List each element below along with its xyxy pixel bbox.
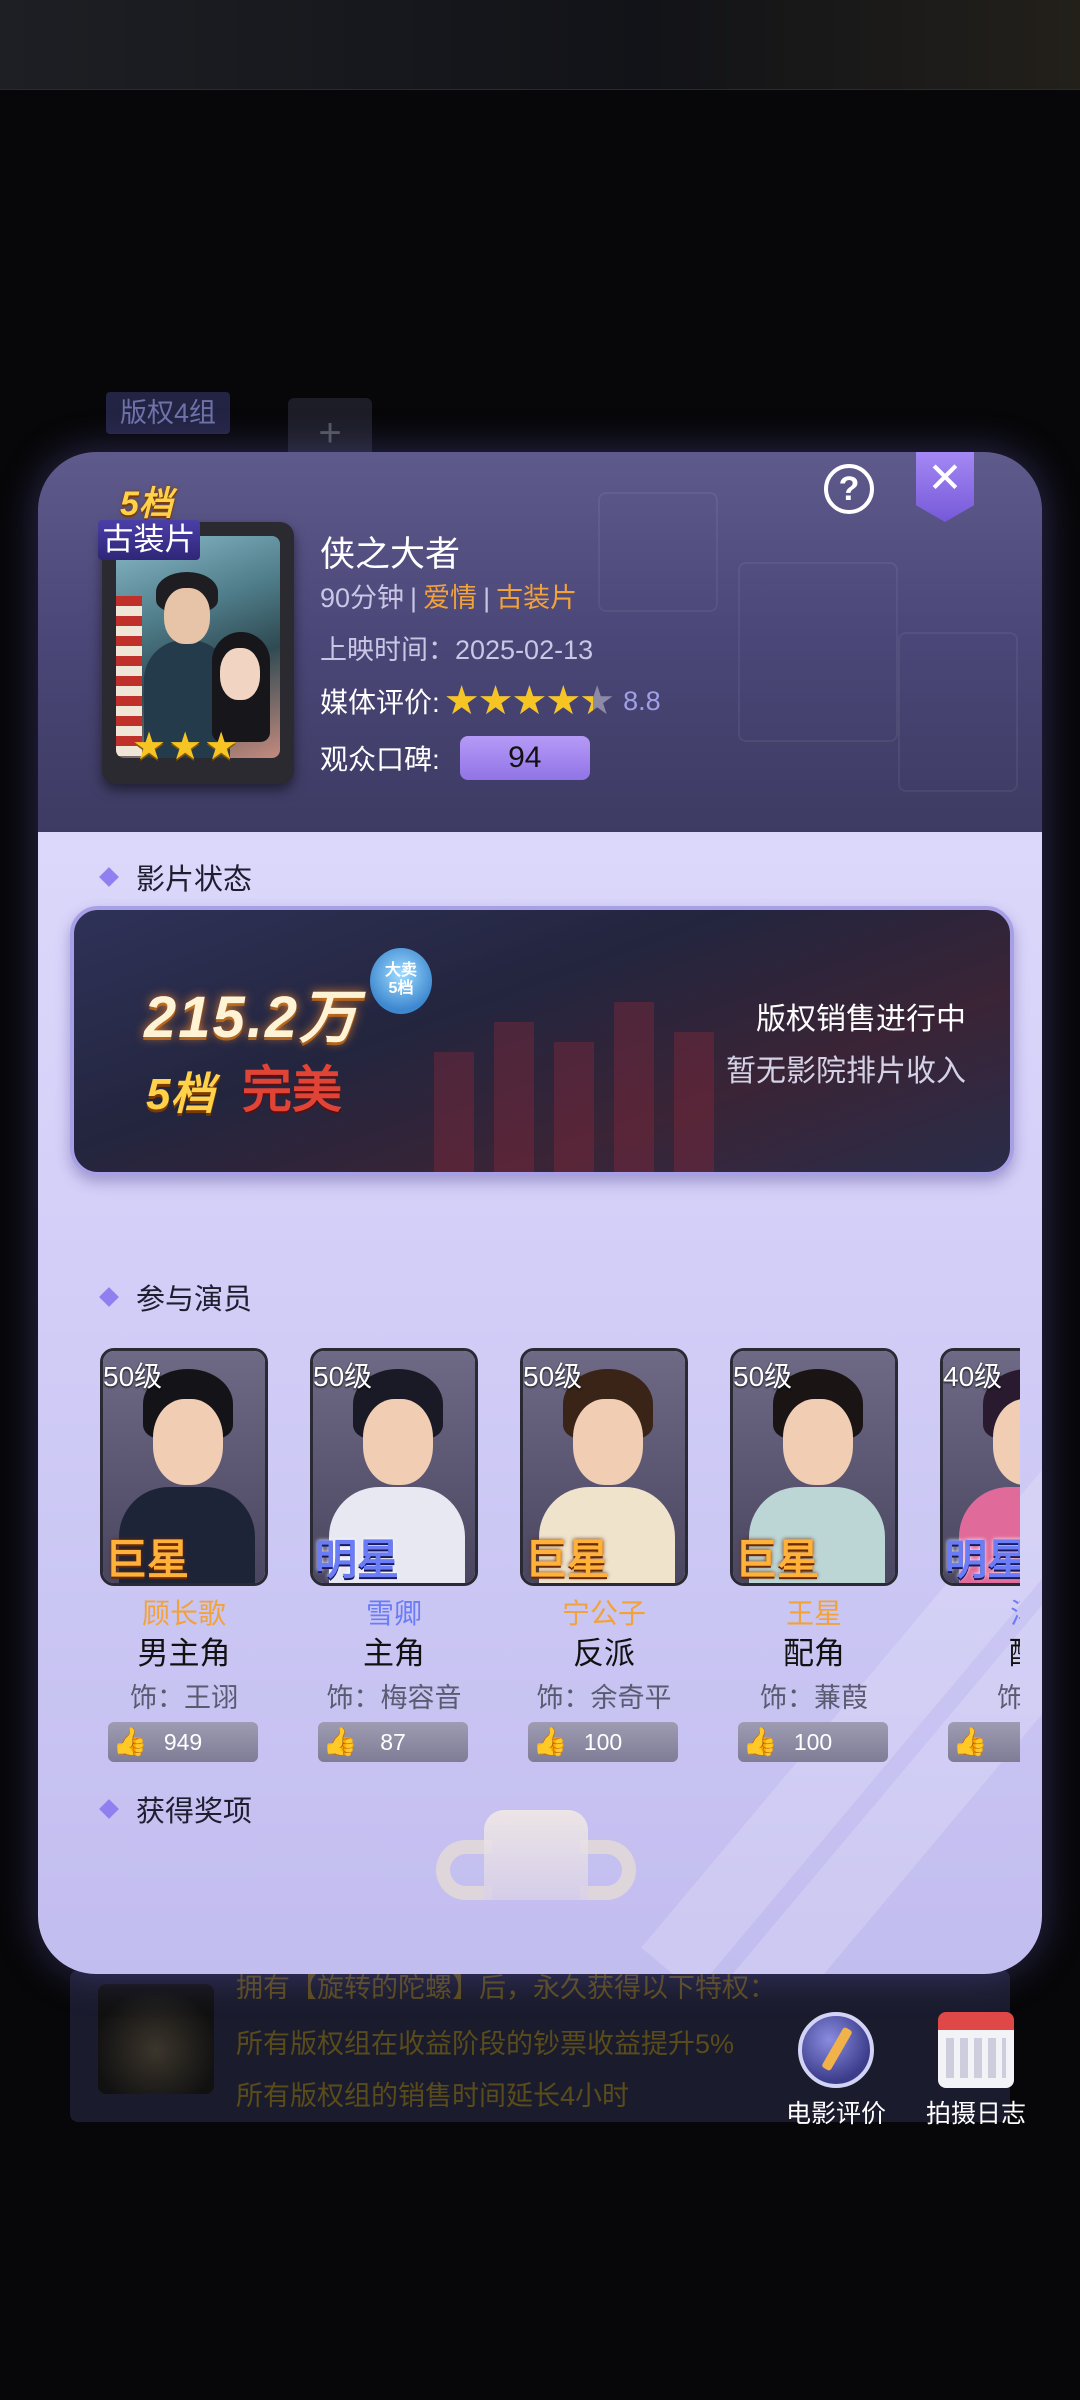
calendar-icon	[938, 2012, 1014, 2088]
thumbs-up-icon: 👍	[532, 1726, 568, 1757]
spinning-top-icon	[98, 1984, 214, 2094]
audience-label: 观众口碑:	[320, 744, 440, 775]
actor-rank: 明星	[945, 1536, 1020, 1583]
game-screen: 版权4组 + 拥有【旋转的陀螺】后，永久获得以下特权： 所有版权组在收益阶段的钞…	[0, 0, 1080, 2400]
like-button[interactable]: 👍	[948, 1722, 1020, 1762]
character-name: 雪卿	[365, 1598, 422, 1629]
actor-card[interactable]: 50级巨星宁公子反派饰：余奇平 👍 100	[520, 1348, 690, 1778]
film-title: 侠之大者	[320, 535, 461, 574]
trophy-icon	[436, 1810, 636, 1900]
genre-badge: 古装片	[98, 520, 200, 560]
actor-level: 50级	[523, 1361, 583, 1392]
media-rating-row: 媒体评价: ★★★★★★★★★★ 8.8	[320, 678, 661, 724]
actor-level: 50级	[733, 1361, 793, 1392]
diamond-icon	[99, 1799, 119, 1819]
thumbs-up-icon: 👍	[112, 1726, 148, 1757]
actor-level: 50级	[313, 1361, 373, 1392]
release-row: 上映时间：2025-02-13	[320, 628, 593, 667]
actor-level: 40级	[943, 1361, 1003, 1392]
thumbs-up-icon: 👍	[742, 1726, 778, 1757]
like-count: 100	[583, 1729, 623, 1755]
sale-status: 版权销售进行中	[756, 1003, 966, 1036]
actor-card[interactable]: 50级巨星王星配角饰：蒹葭 👍 100	[730, 1348, 900, 1778]
actor-portrait[interactable]: 40级明星	[940, 1348, 1020, 1586]
film-detail-dialog: ★★★ 5档 古装片 ? ✕ 侠之大者 90分钟 | 爱情 | 古装片 上映时间：202…	[38, 452, 1042, 1974]
film-meta: 90分钟 | 爱情 | 古装片	[320, 583, 578, 613]
character-name: 汤	[940, 1592, 1020, 1632]
release-label: 上映时间：	[320, 635, 455, 665]
actor-name: 饰：蒹葭	[760, 1683, 868, 1713]
film-status-card: 215.2万 大卖 5档 5档 完美 版权销售进行中 暂无影院排片收入	[70, 906, 1014, 1176]
box-office-revenue: 215.2万	[144, 985, 360, 1050]
actor-rank: 巨星	[735, 1536, 820, 1583]
awards-heading: 获得奖项	[99, 1788, 252, 1830]
film-status-heading: 影片状态	[99, 856, 252, 898]
actor-card[interactable]: 40级明星汤配饰： 👍	[940, 1348, 1020, 1778]
like-count: 949	[163, 1729, 203, 1755]
poster-star-rating: ★★★	[132, 726, 241, 768]
actor-role: 反派	[573, 1636, 635, 1671]
cast-list[interactable]: 50级巨星顾长歌男主角饰：王诩 👍 949 50级明星雪卿主角饰：梅容音 👍 87 50级巨…	[100, 1348, 1020, 1778]
actor-level: 50级	[103, 1361, 163, 1392]
actor-name: 饰：	[997, 1683, 1020, 1713]
actor-role: 配角	[783, 1636, 845, 1671]
media-rating-label: 媒体评价:	[320, 687, 440, 718]
review-pen-icon	[798, 2012, 874, 2088]
media-star-rating: ★★★★★★★★★★	[443, 679, 615, 723]
release-date: 2025-02-13	[455, 635, 594, 665]
status-tier: 5档	[146, 1070, 215, 1119]
actor-portrait[interactable]: 50级巨星	[730, 1348, 898, 1586]
character-name: 王星	[785, 1598, 842, 1629]
cast-heading: 参与演员	[99, 1276, 252, 1318]
actor-portrait[interactable]: 50级巨星	[100, 1348, 268, 1586]
audience-rating-row: 观众口碑: 94	[320, 736, 590, 780]
film-review-label: 电影评价	[785, 2100, 886, 2128]
actor-role: 主角	[363, 1636, 425, 1671]
actor-portrait[interactable]: 50级巨星	[520, 1348, 688, 1586]
film-review-button[interactable]: 电影评价	[776, 2012, 896, 2130]
actor-name: 饰：梅容音	[326, 1683, 462, 1713]
like-button[interactable]: 👍 100	[528, 1722, 678, 1762]
actor-card[interactable]: 50级巨星顾长歌男主角饰：王诩 👍 949	[100, 1348, 270, 1778]
tier-badge: 5档	[120, 485, 173, 523]
actor-portrait[interactable]: 50级明星	[310, 1348, 478, 1586]
audience-score: 94	[459, 736, 590, 780]
media-score: 8.8	[623, 685, 661, 716]
like-button[interactable]: 👍 949	[108, 1722, 258, 1762]
like-button[interactable]: 👍 87	[318, 1722, 468, 1762]
help-button[interactable]: ?	[824, 464, 874, 514]
copyright-group-tab: 版权4组	[106, 392, 230, 434]
character-name: 宁公子	[561, 1598, 646, 1629]
shooting-diary-button[interactable]: 拍摄日志	[916, 2012, 1036, 2130]
actor-name: 饰：余奇平	[536, 1683, 672, 1713]
actor-rank: 巨星	[525, 1536, 610, 1583]
actor-name: 饰：王诩	[130, 1683, 238, 1713]
cinema-status: 暂无影院排片收入	[726, 1055, 966, 1088]
like-count: 87	[380, 1729, 406, 1755]
perk-line-2: 所有版权组的销售时间延长4小时	[236, 2081, 630, 2111]
character-name: 顾长歌	[141, 1598, 226, 1629]
film-tag-romance: 爱情	[423, 583, 478, 613]
actor-rank: 明星	[315, 1536, 400, 1583]
actor-role: 配	[940, 1628, 1021, 1673]
thumbs-up-icon: 👍	[952, 1726, 988, 1757]
diamond-icon	[99, 1287, 119, 1307]
actor-rank: 巨星	[105, 1536, 190, 1583]
actor-role: 男主角	[137, 1636, 231, 1671]
actor-card[interactable]: 50级明星雪卿主角饰：梅容音 👍 87	[310, 1348, 480, 1778]
thumbs-up-icon: 👍	[322, 1726, 358, 1757]
big-hit-badge: 大卖 5档	[370, 948, 432, 1014]
diamond-icon	[99, 867, 119, 887]
shooting-diary-label: 拍摄日志	[925, 2100, 1026, 2128]
like-count: 100	[793, 1729, 833, 1755]
status-grade: 完美	[242, 1062, 342, 1118]
film-tag-genre: 古装片	[496, 583, 578, 613]
perk-line-1: 所有版权组在收益阶段的钞票收益提升5%	[236, 2029, 735, 2059]
top-bar	[0, 0, 1080, 90]
like-button[interactable]: 👍 100	[738, 1722, 888, 1762]
film-duration: 90分钟	[320, 583, 405, 613]
